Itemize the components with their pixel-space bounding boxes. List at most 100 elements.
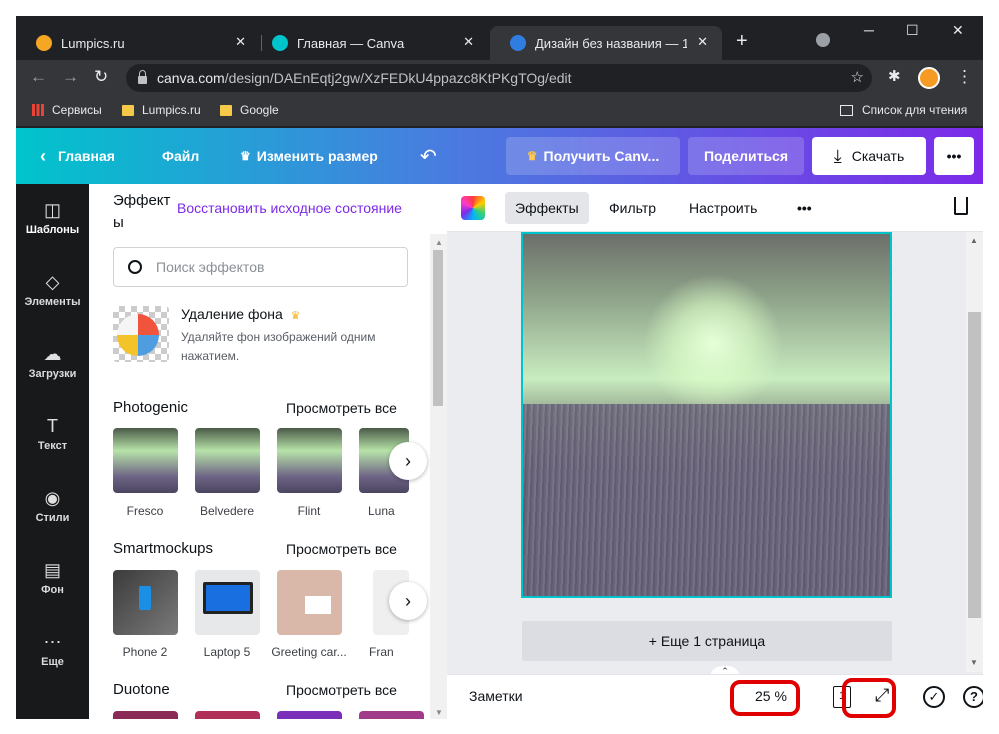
- effects-button[interactable]: Эффекты: [505, 192, 589, 224]
- tab-canva-design[interactable]: Дизайн без названия — 1481 ✕: [490, 26, 722, 60]
- bookmark-star-icon[interactable]: ☆: [851, 68, 864, 86]
- download-button[interactable]: ⤓ Скачать: [812, 137, 926, 175]
- section-title-duotone: Duotone: [113, 681, 170, 698]
- duotone-thumb[interactable]: [277, 711, 342, 719]
- bookmark-services[interactable]: Сервисы: [32, 103, 102, 117]
- tab-lumpics[interactable]: Lumpics.ru ✕: [16, 26, 260, 60]
- notes-button[interactable]: Заметки: [469, 688, 523, 704]
- resize-button[interactable]: ♛ Изменить размер: [240, 128, 378, 184]
- apps-grid-icon: [32, 104, 44, 116]
- sidebar-item-text[interactable]: T Текст: [16, 416, 89, 452]
- chevron-right-icon: ›: [405, 590, 411, 611]
- home-button[interactable]: ‹ Главная: [40, 128, 115, 184]
- get-pro-button[interactable]: ♛ Получить Canv...: [506, 137, 680, 175]
- sidebar-item-background[interactable]: ▤ Фон: [16, 560, 89, 596]
- adjust-label: Настроить: [689, 200, 758, 216]
- tab-canva-home[interactable]: Главная — Canva ✕: [252, 26, 488, 60]
- close-tab-icon[interactable]: ✕: [697, 34, 708, 50]
- bg-remover-title[interactable]: Удаление фона ♛: [181, 306, 301, 322]
- close-window-button[interactable]: ✕: [952, 22, 964, 39]
- more-icon: ⋯: [43, 632, 62, 652]
- card-icon: [305, 596, 331, 614]
- filter-button[interactable]: Фильтр: [599, 192, 666, 224]
- effects-search-input[interactable]: Поиск эффектов: [113, 247, 408, 287]
- file-menu[interactable]: Файл: [162, 128, 199, 184]
- scroll-right-button[interactable]: ›: [389, 582, 427, 620]
- tab-title: Главная — Canva: [297, 35, 405, 51]
- design-page-image[interactable]: [521, 232, 892, 598]
- scroll-up-icon: ▲: [970, 236, 978, 245]
- duotone-thumb[interactable]: [113, 711, 178, 719]
- mockup-thumb-phone[interactable]: [113, 570, 178, 635]
- more-options-button[interactable]: •••: [934, 137, 974, 175]
- canvas-scrollbar[interactable]: ▲ ▼: [966, 232, 983, 672]
- mockup-thumb-card[interactable]: [277, 570, 342, 635]
- help-label: ?: [970, 689, 978, 704]
- profile-avatar[interactable]: [918, 67, 940, 89]
- text-icon: T: [47, 416, 58, 436]
- chevron-right-icon: ›: [405, 450, 411, 471]
- bg-remover-thumbnail[interactable]: [113, 306, 169, 362]
- resize-label: Изменить размер: [256, 148, 378, 164]
- effect-label: Belvedere: [199, 504, 255, 518]
- duotone-thumb[interactable]: [195, 711, 260, 719]
- sidebar-item-more[interactable]: ⋯ Еще: [16, 632, 89, 668]
- browser-menu-icon[interactable]: ⋮: [956, 67, 973, 87]
- desc-line: Удаляйте фон изображений одним: [181, 330, 376, 344]
- maximize-button[interactable]: ☐: [906, 22, 919, 39]
- section-title-smartmockups: Smartmockups: [113, 540, 214, 557]
- sidebar-item-templates[interactable]: ◫ Шаблоны: [16, 200, 89, 236]
- sidebar-item-elements[interactable]: ◇ Элементы: [16, 272, 89, 308]
- trash-icon[interactable]: [954, 197, 968, 215]
- reload-icon[interactable]: ↻: [94, 67, 108, 87]
- mockup-thumb-laptop[interactable]: [195, 570, 260, 635]
- canvas-scroll-thumb[interactable]: [968, 312, 981, 618]
- close-tab-icon[interactable]: ✕: [463, 34, 474, 50]
- sidebar-item-styles[interactable]: ◉ Стили: [16, 488, 89, 524]
- effect-thumb-belvedere[interactable]: [195, 428, 260, 493]
- see-all-duotone[interactable]: Просмотреть все: [286, 682, 397, 698]
- home-label: Главная: [58, 148, 115, 164]
- see-all-smartmockups[interactable]: Просмотреть все: [286, 541, 397, 557]
- duotone-thumb[interactable]: [359, 711, 424, 719]
- reset-link[interactable]: Восстановить исходное состояние: [177, 200, 402, 216]
- sidebar-item-label: Загрузки: [28, 368, 77, 380]
- adjust-button[interactable]: Настроить: [679, 192, 767, 224]
- sidebar-item-uploads[interactable]: ☁ Загрузки: [16, 344, 89, 380]
- canva-favicon-icon: [510, 35, 526, 51]
- bookmark-lumpics[interactable]: Lumpics.ru: [122, 103, 201, 117]
- scroll-right-button[interactable]: ›: [389, 442, 427, 480]
- effects-panel: Эффект ы Восстановить исходное состояние…: [89, 184, 447, 719]
- grass-field: [523, 404, 890, 596]
- see-all-photogenic[interactable]: Просмотреть все: [286, 400, 397, 416]
- effect-label: Fresco: [126, 504, 164, 518]
- effect-thumb-fresco[interactable]: [113, 428, 178, 493]
- close-tab-icon[interactable]: ✕: [235, 34, 246, 50]
- back-icon[interactable]: ←: [30, 67, 47, 87]
- bookmark-google[interactable]: Google: [220, 103, 279, 117]
- share-button[interactable]: Поделиться: [688, 137, 804, 175]
- reading-list[interactable]: Список для чтения: [840, 103, 967, 117]
- help-icon[interactable]: ?: [963, 686, 983, 708]
- mockup-label: Greeting car...: [271, 645, 347, 659]
- minimize-button[interactable]: ─: [864, 22, 874, 38]
- scroll-up-icon: ▲: [435, 238, 443, 247]
- effect-thumb-flint[interactable]: [277, 428, 342, 493]
- lumpics-favicon-icon: [36, 35, 52, 51]
- sidebar-item-label: Элементы: [24, 296, 81, 308]
- download-label: Скачать: [851, 148, 905, 164]
- forward-icon[interactable]: →: [62, 67, 79, 87]
- panel-scrollbar[interactable]: ▲ ▼: [430, 234, 447, 719]
- new-tab-button[interactable]: +: [736, 30, 748, 53]
- color-picker-icon[interactable]: [461, 196, 485, 220]
- scroll-thumb[interactable]: [433, 250, 443, 406]
- tab-search-icon[interactable]: [816, 33, 830, 47]
- toolbar-more-button[interactable]: •••: [787, 192, 822, 224]
- check-circle-icon[interactable]: ✓: [923, 686, 945, 708]
- tab-title: Lumpics.ru: [61, 35, 125, 51]
- url-field[interactable]: canva.com/design/DAEnEqtj2gw/XzFEDkU4ppa…: [126, 64, 872, 92]
- undo-icon[interactable]: ↶: [420, 128, 437, 184]
- sidebar-item-label: Еще: [41, 656, 64, 668]
- extensions-icon[interactable]: ✱: [888, 67, 901, 85]
- add-page-button[interactable]: + Еще 1 страница: [522, 621, 892, 661]
